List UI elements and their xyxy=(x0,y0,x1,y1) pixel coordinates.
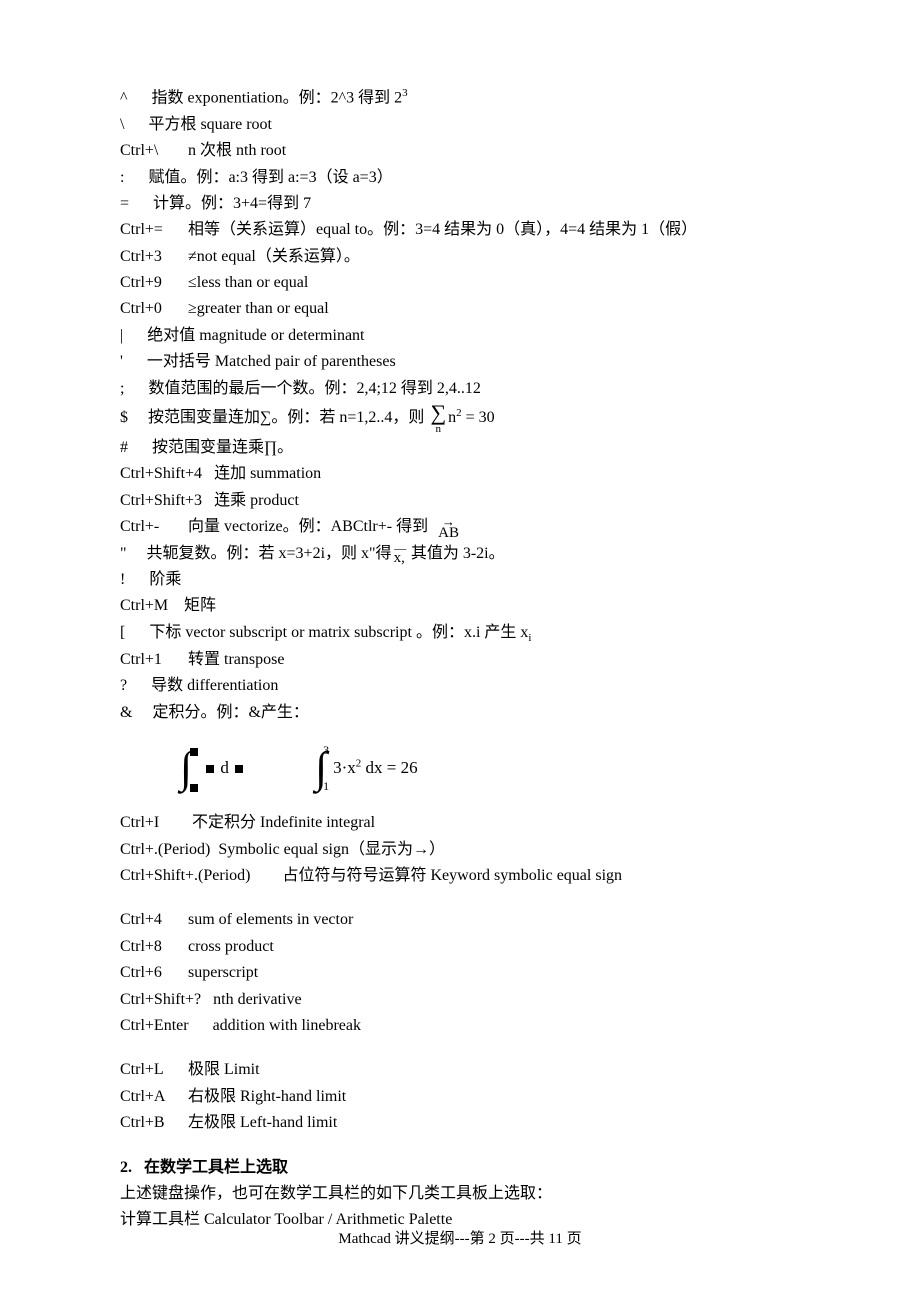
text: 连乘 product xyxy=(214,492,299,509)
shortcut-key: Ctrl+\ xyxy=(120,138,180,164)
shortcut-key: Ctrl+- xyxy=(120,514,180,540)
line-notequal: Ctrl+3 ≠not equal（关系运算）。 xyxy=(120,244,800,270)
text: 转置 transpose xyxy=(188,651,284,668)
text: 左极限 Left-hand limit xyxy=(188,1114,337,1131)
line-nth-deriv: Ctrl+Shift+? nth derivative xyxy=(120,987,800,1013)
line-ge: Ctrl+0 ≥greater than or equal xyxy=(120,296,800,322)
conjugate-icon: —x, xyxy=(394,544,405,563)
page-footer: Mathcad 讲义提纲---第 2 页---共 11 页 xyxy=(0,1227,920,1252)
integral-example: ∫ 31 3·x2 dx = 26 xyxy=(315,744,418,792)
text: addition with linebreak xyxy=(213,1017,361,1034)
text: 矩阵 xyxy=(184,597,216,614)
shortcut-key: Ctrl+Shift+3 xyxy=(120,492,202,509)
section-title: 在数学工具栏上选取 xyxy=(144,1159,288,1176)
section-2-p1: 上述键盘操作，也可在数学工具栏的如下几类工具板上选取： xyxy=(120,1181,800,1207)
text: 不定积分 Indefinite integral xyxy=(192,814,375,831)
line-range: ; 数值范围的最后一个数。例：2,4;12 得到 2,4..12 xyxy=(120,376,800,402)
page: ^ 指数 exponentiation。例：2^3 得到 23 \ 平方根 sq… xyxy=(0,0,920,1302)
sigma-icon: ∑n xyxy=(430,402,446,435)
line-rlimit: Ctrl+A 右极限 Right-hand limit xyxy=(120,1084,800,1110)
text: nth derivative xyxy=(213,991,301,1008)
text: 向量 vectorize。例：ABCtlr+- 得到 xyxy=(188,518,436,535)
text: n xyxy=(448,409,456,426)
line-prod: # 按范围变量连乘∏。 xyxy=(120,435,800,461)
shortcut-key: Ctrl+A xyxy=(120,1084,180,1110)
line-diff: ? 导数 differentiation xyxy=(120,673,800,699)
shortcut-key: Ctrl+M xyxy=(120,593,180,619)
text: cross product xyxy=(188,938,274,955)
line-llimit: Ctrl+B 左极限 Left-hand limit xyxy=(120,1110,800,1136)
text: 连加 summation xyxy=(214,465,321,482)
line-nthroot: Ctrl+\ n 次根 nth root xyxy=(120,138,800,164)
line-limit: Ctrl+L 极限 Limit xyxy=(120,1057,800,1083)
line-transpose: Ctrl+1 转置 transpose xyxy=(120,647,800,673)
line-vectorize: Ctrl+- 向量 vectorize。例：ABCtlr+- 得到 →AB xyxy=(120,514,800,540)
text: $ 按范围变量连加∑。例：若 n=1,2..4，则 xyxy=(120,409,428,426)
line-product: Ctrl+Shift+3 连乘 product xyxy=(120,488,800,514)
line-assign: : 赋值。例：a:3 得到 a:=3（设 a=3） xyxy=(120,165,800,191)
integral-formula: ∫ d ∫ 31 3·x2 dx = 26 xyxy=(120,744,800,792)
shortcut-key: Ctrl+1 xyxy=(120,647,180,673)
shortcut-key: Ctrl+= xyxy=(120,217,180,243)
line-matrix: Ctrl+M 矩阵 xyxy=(120,593,800,619)
line-exponent: ^ 指数 exponentiation。例：2^3 得到 23 xyxy=(120,84,800,112)
line-sigma: $ 按范围变量连加∑。例：若 n=1,2..4，则 ∑nn2 = 30 xyxy=(120,402,800,435)
line-calc: = 计算。例：3+4=得到 7 xyxy=(120,191,800,217)
line-keyword-symbolic: Ctrl+Shift+.(Period) 占位符与符号运算符 Keyword s… xyxy=(120,863,800,889)
line-factorial: ! 阶乘 xyxy=(120,567,800,593)
line-integral: & 定积分。例：&产生： xyxy=(120,700,800,726)
section-number: 2. xyxy=(120,1159,132,1176)
line-symbolic-eq: Ctrl+.(Period) Symbolic equal sign（显示为→） xyxy=(120,837,800,863)
vector-ab-icon: →AB xyxy=(438,516,459,540)
text: 其值为 3-2i。 xyxy=(407,545,505,562)
text: [ 下标 vector subscript or matrix subscrip… xyxy=(120,624,528,641)
line-sqrt: \ 平方根 square root xyxy=(120,112,800,138)
shortcut-key: Ctrl+8 xyxy=(120,934,180,960)
text: " 共轭复数。例：若 x=3+2i，则 x"得 xyxy=(120,545,392,562)
line-conjugate: " 共轭复数。例：若 x=3+2i，则 x"得—x, 其值为 3-2i。 xyxy=(120,541,800,567)
line-abs: | 绝对值 magnitude or determinant xyxy=(120,323,800,349)
line-equal: Ctrl+= 相等（关系运算）equal to。例：3=4 结果为 0（真），4… xyxy=(120,217,800,243)
text: 右极限 Right-hand limit xyxy=(188,1088,346,1105)
shortcut-key: Ctrl+Shift+? xyxy=(120,991,201,1008)
text: superscript xyxy=(188,964,258,981)
line-addlb: Ctrl+Enter addition with linebreak xyxy=(120,1013,800,1039)
shortcut-key: Ctrl+6 xyxy=(120,960,180,986)
line-le: Ctrl+9 ≤less than or equal xyxy=(120,270,800,296)
shortcut-key: Ctrl+L xyxy=(120,1057,180,1083)
subscript: i xyxy=(528,632,531,644)
shortcut-key: Ctrl+Shift+4 xyxy=(120,465,202,482)
line-summation: Ctrl+Shift+4 连加 summation xyxy=(120,461,800,487)
text: = 30 xyxy=(462,409,495,426)
text: ≤less than or equal xyxy=(188,274,308,291)
superscript: 3 xyxy=(402,87,408,99)
text: ≠not equal（关系运算）。 xyxy=(188,248,360,265)
text: sum of elements in vector xyxy=(188,911,353,928)
text: ^ 指数 exponentiation。例：2^3 得到 2 xyxy=(120,89,402,106)
line-subscript: [ 下标 vector subscript or matrix subscrip… xyxy=(120,620,800,647)
shortcut-key: Ctrl+9 xyxy=(120,270,180,296)
shortcut-key: Ctrl+I xyxy=(120,810,180,836)
line-paren: ' 一对括号 Matched pair of parentheses xyxy=(120,349,800,375)
section-2-heading: 2. 在数学工具栏上选取 xyxy=(120,1155,800,1181)
shortcut-key: Ctrl+0 xyxy=(120,296,180,322)
line-indef-integral: Ctrl+I 不定积分 Indefinite integral xyxy=(120,810,800,836)
line-super: Ctrl+6 superscript xyxy=(120,960,800,986)
shortcut-key: Ctrl+B xyxy=(120,1110,180,1136)
line-cross: Ctrl+8 cross product xyxy=(120,934,800,960)
shortcut-key: Ctrl+4 xyxy=(120,907,180,933)
text: 相等（关系运算）equal to。例：3=4 结果为 0（真），4=4 结果为 … xyxy=(188,221,697,238)
text: ≥greater than or equal xyxy=(188,300,329,317)
shortcut-key: Ctrl+3 xyxy=(120,244,180,270)
text: 极限 Limit xyxy=(188,1061,260,1078)
shortcut-key: Ctrl+Enter xyxy=(120,1017,189,1034)
line-sum-vec: Ctrl+4 sum of elements in vector xyxy=(120,907,800,933)
integral-placeholder: ∫ d xyxy=(180,744,245,792)
text: n 次根 nth root xyxy=(188,142,286,159)
